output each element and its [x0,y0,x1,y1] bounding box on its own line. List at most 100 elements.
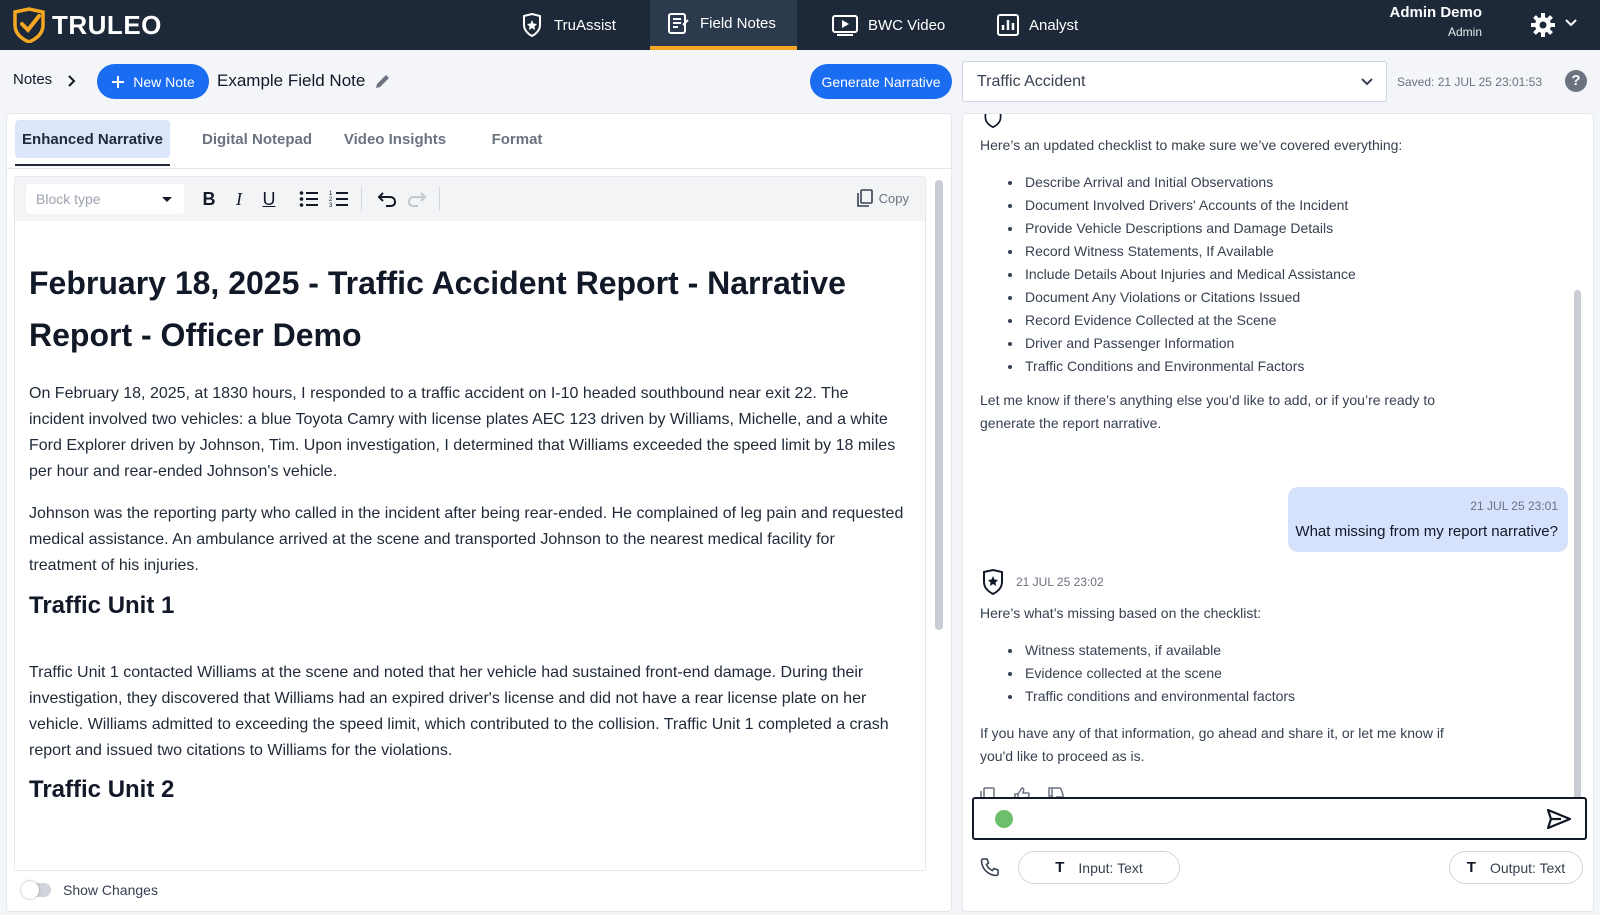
bullet-list-icon [299,191,318,207]
bold-button[interactable]: B [197,187,221,211]
output-mode-label: Output: Text [1489,859,1566,876]
missing-item: Witness statements, if available [1023,639,1295,662]
section-heading: Traffic Unit 1 [29,592,175,619]
pencil-icon[interactable] [374,72,392,90]
bar-chart-icon [997,14,1019,36]
assistant-message-text: If you have any of that information, go … [980,725,1444,764]
assistant-chat-panel: Here’s an updated checklist to make sure… [962,113,1594,912]
notepad-icon [668,13,689,34]
gear-icon[interactable] [1530,12,1556,38]
checklist-item: Include Details About Injuries and Medic… [1023,263,1356,286]
send-icon[interactable] [1547,809,1571,829]
top-nav: TRULEO TruAssist Field Notes BWC Video A… [0,0,1600,50]
narrative-document: February 18, 2025 - Traffic Accident Rep… [29,221,909,870]
redo-button[interactable] [405,187,429,211]
italic-button[interactable]: I [227,187,251,211]
incident-type-select[interactable]: Traffic Accident [962,61,1387,102]
checklist: Describe Arrival and Initial Observation… [1023,171,1356,378]
numbered-list-icon: 123 [329,191,348,209]
bullet-list-button[interactable] [297,187,321,211]
show-changes-toggle[interactable]: Show Changes [21,881,158,899]
user-message-bubble: 21 JUL 25 23:01 What missing from my rep… [1288,487,1568,552]
video-player-icon [832,15,858,36]
underline-button[interactable]: U [257,187,281,211]
missing-item: Traffic conditions and environmental fac… [1023,685,1295,708]
chevron-down-icon[interactable] [1564,16,1578,30]
toggle-switch[interactable] [21,881,51,899]
copy-label: Copy [878,190,909,206]
checklist-item: Record Evidence Collected at the Scene [1023,309,1356,332]
new-note-button[interactable]: New Note [97,64,209,99]
generate-narrative-button[interactable]: Generate Narrative [810,64,952,99]
assistant-badge-icon [984,114,1002,128]
tab-video-insights[interactable]: Video Insights [335,120,455,158]
numbered-list-button[interactable]: 123 [327,187,351,211]
user-info: Admin Demo Admin [1389,4,1482,39]
tab-enhanced-narrative[interactable]: Enhanced Narrative [15,120,170,158]
logo-text: TRULEO [52,9,162,40]
truleo-logo[interactable]: TRULEO [12,6,162,44]
checklist-item: Document Any Violations or Citations Iss… [1023,286,1356,309]
copy-icon [856,189,873,207]
checklist-item: Driver and Passenger Information [1023,332,1356,355]
block-type-select[interactable]: Block type [26,184,184,214]
checklist-item: Document Involved Drivers' Accounts of t… [1023,194,1356,217]
paragraph: Traffic Unit 1 contacted Williams at the… [29,664,889,759]
svg-text:3: 3 [329,203,333,209]
user-message-text: What missing from my report narrative? [1295,523,1558,540]
nav-tab-truassist[interactable]: TruAssist [504,0,632,50]
document-title: February 18, 2025 - Traffic Accident Rep… [29,265,846,353]
saved-status: Saved: 21 JUL 25 23:01:53 [1397,75,1542,89]
show-changes-label: Show Changes [63,882,158,898]
section-heading: Traffic Unit 2 [29,776,175,803]
chevron-down-icon [1361,78,1373,86]
assistant-message-text: Here’s what’s missing based on the check… [980,605,1262,621]
editor-scrollbar[interactable] [935,180,943,630]
phone-icon[interactable] [980,857,1000,877]
checklist-item: Provide Vehicle Descriptions and Damage … [1023,217,1356,240]
nav-tab-label: BWC Video [868,16,946,34]
output-mode-button[interactable]: T Output: Text [1449,851,1583,884]
mic-status-indicator[interactable] [995,810,1013,828]
missing-item: Evidence collected at the scene [1023,662,1295,685]
chat-scrollbar[interactable] [1574,290,1581,800]
copy-button[interactable]: Copy [856,189,909,207]
missing-items-list: Witness statements, if available Evidenc… [1023,639,1295,708]
toolbar-divider [439,187,440,211]
redo-icon [407,192,427,207]
help-icon[interactable]: ? [1565,70,1587,92]
message-timestamp: 21 JUL 25 23:02 [1016,575,1104,589]
paragraph: Johnson was the reporting party who call… [29,505,904,574]
user-name: Admin Demo [1389,4,1482,21]
chevron-right-icon [68,75,76,87]
note-title: Example Field Note [217,71,366,90]
assistant-message-text: Here’s an updated checklist to make sure… [980,137,1403,153]
checklist-item: Describe Arrival and Initial Observation… [1023,171,1356,194]
paragraph: On February 18, 2025, at 1830 hours, I r… [29,385,896,480]
input-mode-button[interactable]: T Input: Text [1018,851,1180,884]
rich-text-editor[interactable]: Block type B I U 123 Copy February 18, 2… [14,176,926,871]
chat-message-input[interactable] [972,797,1587,840]
nav-tab-analyst[interactable]: Analyst [981,0,1094,50]
nav-tab-bwc-video[interactable]: BWC Video [816,0,961,50]
assistant-badge-icon [983,569,1003,595]
input-mode-label: Input: Text [1078,859,1143,876]
text-mode-icon: T [1466,859,1476,876]
checklist-item: Traffic Conditions and Environmental Fac… [1023,355,1356,378]
dropdown-triangle-icon [162,197,172,202]
tab-format[interactable]: Format [477,120,557,158]
text-mode-icon: T [1055,859,1065,876]
undo-button[interactable] [375,187,399,211]
nav-tab-label: Field Notes [700,14,776,32]
breadcrumb-notes[interactable]: Notes [13,71,52,88]
user-role: Admin [1447,25,1482,39]
active-tab-indicator [15,164,170,166]
narrative-panel: Enhanced Narrative Digital Notepad Video… [6,113,952,912]
editor-toolbar: Block type B I U 123 Copy [15,177,925,221]
message-timestamp: 21 JUL 25 23:01 [1470,499,1558,513]
tab-digital-notepad[interactable]: Digital Notepad [187,120,327,158]
shield-badge-icon [523,13,541,37]
undo-icon [377,192,397,207]
plus-icon [112,75,125,88]
nav-tab-field-notes[interactable]: Field Notes [650,0,797,50]
